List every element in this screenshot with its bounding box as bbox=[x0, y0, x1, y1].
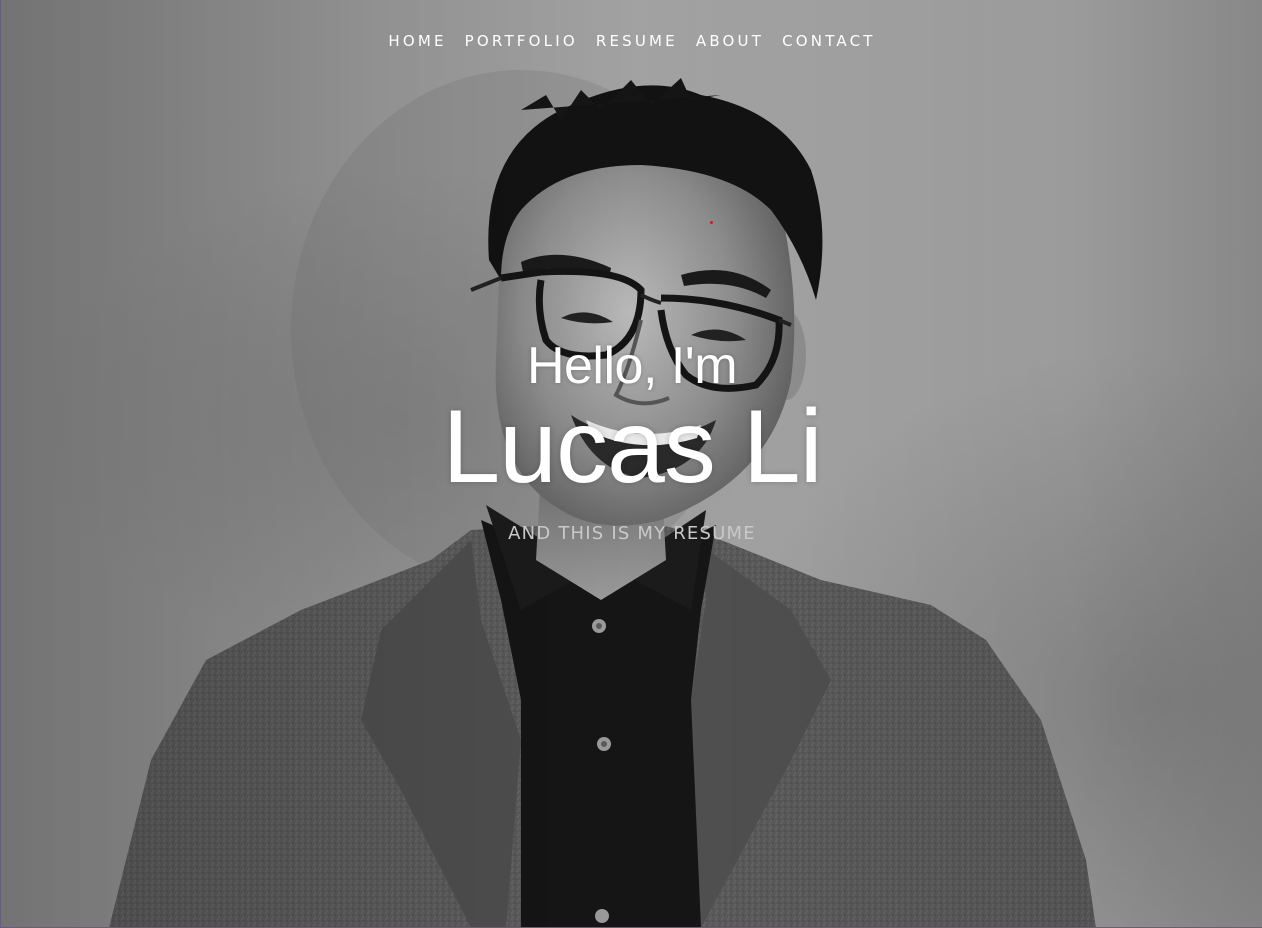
top-nav: HOME PORTFOLIO RESUME ABOUT CONTACT bbox=[1, 31, 1262, 51]
nav-portfolio-link[interactable]: PORTFOLIO bbox=[456, 31, 587, 51]
nav-home-link[interactable]: HOME bbox=[379, 31, 455, 51]
hero-name: Lucas Li bbox=[442, 389, 822, 505]
red-dot-marker bbox=[710, 221, 713, 224]
nav-contact-link[interactable]: CONTACT bbox=[773, 31, 885, 51]
nav-about-link[interactable]: ABOUT bbox=[687, 31, 773, 51]
hero-tagline: AND THIS IS MY RESUME bbox=[508, 523, 756, 544]
nav-resume-link[interactable]: RESUME bbox=[587, 31, 687, 51]
hero-section: HOME PORTFOLIO RESUME ABOUT CONTACT Hell… bbox=[0, 0, 1262, 928]
